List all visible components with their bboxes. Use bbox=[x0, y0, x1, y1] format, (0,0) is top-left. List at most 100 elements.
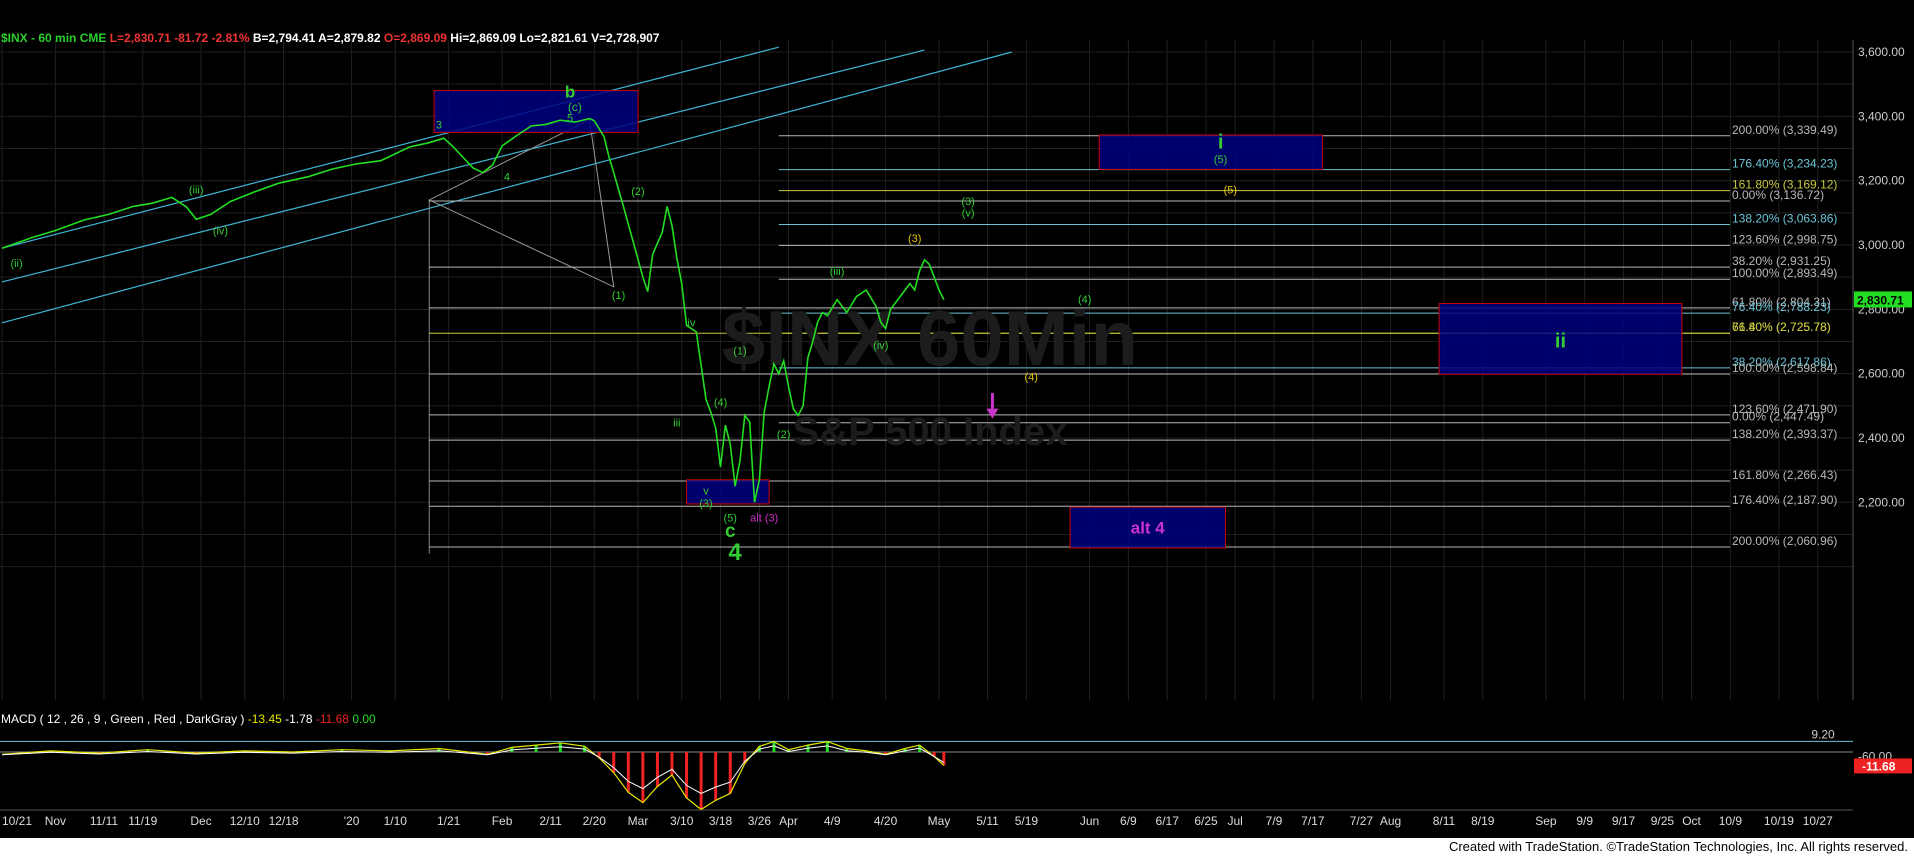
wave-label: (5) bbox=[1214, 154, 1227, 166]
x-tick-label: 1/21 bbox=[437, 814, 461, 828]
symbol-label: $INX - 60 min CME bbox=[1, 31, 107, 45]
macd-hist-bar bbox=[699, 752, 703, 810]
x-tick-label: 7/27 bbox=[1350, 814, 1374, 828]
wave-label: 4 bbox=[504, 172, 510, 184]
x-tick-label: Oct bbox=[1682, 814, 1701, 828]
x-tick-label: 7/17 bbox=[1301, 814, 1325, 828]
fib-label: 76.40% (2,788.23) bbox=[1732, 300, 1831, 314]
fib-label: 138.20% (2,393.37) bbox=[1732, 427, 1837, 441]
x-tick-label: Nov bbox=[45, 814, 66, 828]
x-tick-label: 6/17 bbox=[1156, 814, 1180, 828]
x-tick-label: 11/19 bbox=[128, 814, 157, 828]
x-tick-label: 9/9 bbox=[1576, 814, 1593, 828]
ask-price: A=2,879.82 bbox=[318, 31, 381, 45]
macd-hist: -11.68 bbox=[315, 712, 349, 726]
wave-label: iii bbox=[673, 417, 680, 429]
x-tick-label: Apr bbox=[779, 814, 798, 828]
x-tick-label: 10/9 bbox=[1719, 814, 1743, 828]
x-tick-label: 3/18 bbox=[709, 814, 733, 828]
x-tick-label: 9/25 bbox=[1651, 814, 1675, 828]
watermark-name: S&P 500 Index bbox=[793, 410, 1068, 454]
copyright: Created with TradeStation. ©TradeStation… bbox=[1448, 839, 1908, 854]
bid-price: B=2,794.41 bbox=[252, 31, 316, 45]
fib-label: 176.40% (3,234.23) bbox=[1732, 157, 1837, 171]
x-tick-label: 2/11 bbox=[539, 814, 562, 828]
x-tick-label: 7/9 bbox=[1266, 814, 1283, 828]
x-tick-label: Mar bbox=[628, 814, 649, 828]
macd-signal: -1.78 bbox=[285, 712, 313, 726]
x-tick-label: 4/20 bbox=[874, 814, 898, 828]
x-tick-label: 12/18 bbox=[269, 814, 299, 828]
macd-hist-bar bbox=[942, 752, 946, 766]
y-tick-label: 3,400.00 bbox=[1858, 109, 1905, 123]
wave-label: (3) bbox=[961, 196, 974, 208]
x-tick-label: Sep bbox=[1535, 814, 1557, 828]
y-tick-label: 2,200.00 bbox=[1858, 495, 1905, 509]
macd-header: MACD ( 12 , 26 , 9 , Green , Red , DarkG… bbox=[1, 712, 376, 726]
last-price: L=2,830.71 bbox=[109, 31, 171, 45]
wave-label: (v) bbox=[962, 208, 975, 220]
wave-label: (3) bbox=[699, 498, 712, 510]
chart-header: $INX - 60 min CME L=2,830.71 -81.72 -2.8… bbox=[1, 31, 659, 45]
x-tick-label: '20 bbox=[344, 814, 360, 828]
x-tick-label: Jun bbox=[1080, 814, 1099, 828]
y-tick-label: 3,600.00 bbox=[1858, 45, 1905, 59]
macd-title: MACD ( 12 , 26 , 9 , Green , Red , DarkG… bbox=[1, 712, 245, 726]
wave-label: iv bbox=[687, 318, 695, 330]
wave-label: (iv) bbox=[213, 226, 228, 238]
wave-label: (5) bbox=[1224, 185, 1237, 197]
fib-label: 161.80% (2,266.43) bbox=[1732, 468, 1837, 482]
fib-label: 0.00% (3,136.72) bbox=[1732, 188, 1824, 202]
macd-hist-bar bbox=[728, 752, 732, 794]
wave-label: (1) bbox=[733, 345, 746, 357]
y-tick-label: 2,400.00 bbox=[1858, 431, 1905, 445]
wave-label: b bbox=[565, 83, 575, 102]
wave-label: (1) bbox=[612, 290, 625, 302]
high-price: Hi=2,869.09 bbox=[450, 31, 516, 45]
pct-change: -2.81% bbox=[211, 31, 250, 45]
x-tick-label: Aug bbox=[1380, 814, 1401, 828]
box-label: alt 4 bbox=[1131, 519, 1166, 538]
x-tick-label: Jul bbox=[1227, 814, 1242, 828]
wave-label: (ii) bbox=[10, 258, 22, 270]
wave-label: (4) bbox=[1025, 372, 1038, 384]
x-tick-label: 11/11 bbox=[90, 814, 119, 828]
macd-hist-bar bbox=[655, 752, 659, 787]
y-tick-label: 2,600.00 bbox=[1858, 367, 1905, 381]
price-axis: 3,600.003,400.003,200.003,000.002,800.00… bbox=[1852, 40, 1912, 700]
macd-hist-bar bbox=[558, 742, 562, 752]
x-tick-label: 5/11 bbox=[976, 814, 999, 828]
last-price-value: 2,830.71 bbox=[1857, 293, 1904, 307]
x-tick-label: May bbox=[928, 814, 951, 828]
macd-hist-bar bbox=[825, 741, 829, 752]
x-tick-label: 8/19 bbox=[1471, 814, 1495, 828]
wave-label: ii bbox=[1555, 330, 1566, 352]
fib-label: 200.00% (3,339.49) bbox=[1732, 123, 1837, 137]
wave-label: 5 bbox=[567, 112, 573, 124]
macd-hist-bar bbox=[714, 752, 718, 801]
wave-label: (2) bbox=[631, 186, 644, 198]
macd-last-value: -11.68 bbox=[1862, 759, 1896, 773]
wave-label: (iv) bbox=[873, 340, 888, 352]
x-tick-label: 2/20 bbox=[583, 814, 607, 828]
x-tick-label: 6/9 bbox=[1120, 814, 1137, 828]
x-tick-label: 12/10 bbox=[230, 814, 260, 828]
macd-hist-bar bbox=[626, 752, 630, 793]
x-tick-label: 4/9 bbox=[824, 814, 841, 828]
target-box bbox=[1098, 134, 1324, 170]
open-price: O=2,869.09 bbox=[383, 31, 447, 45]
x-tick-label: 10/27 bbox=[1803, 814, 1833, 828]
x-tick-label: 9/17 bbox=[1612, 814, 1636, 828]
wave-label: (4) bbox=[1078, 294, 1091, 306]
wave-label: (iii) bbox=[830, 266, 845, 278]
wave-label: i bbox=[1218, 131, 1224, 153]
wave-label: alt (3) bbox=[750, 513, 778, 525]
fib-label: 100.00% (2,598.84) bbox=[1732, 361, 1837, 375]
wave-label: 3 bbox=[436, 120, 442, 132]
macd-value: -13.45 bbox=[247, 712, 282, 726]
volume: V=2,728,907 bbox=[591, 31, 660, 45]
watermark-symbol: $INX 60Min bbox=[722, 294, 1138, 382]
macd-panel: 9.20-60.00-11.68 bbox=[0, 727, 1912, 811]
macd-hist-bar bbox=[670, 752, 674, 775]
x-tick-label: 8/11 bbox=[1433, 814, 1456, 828]
